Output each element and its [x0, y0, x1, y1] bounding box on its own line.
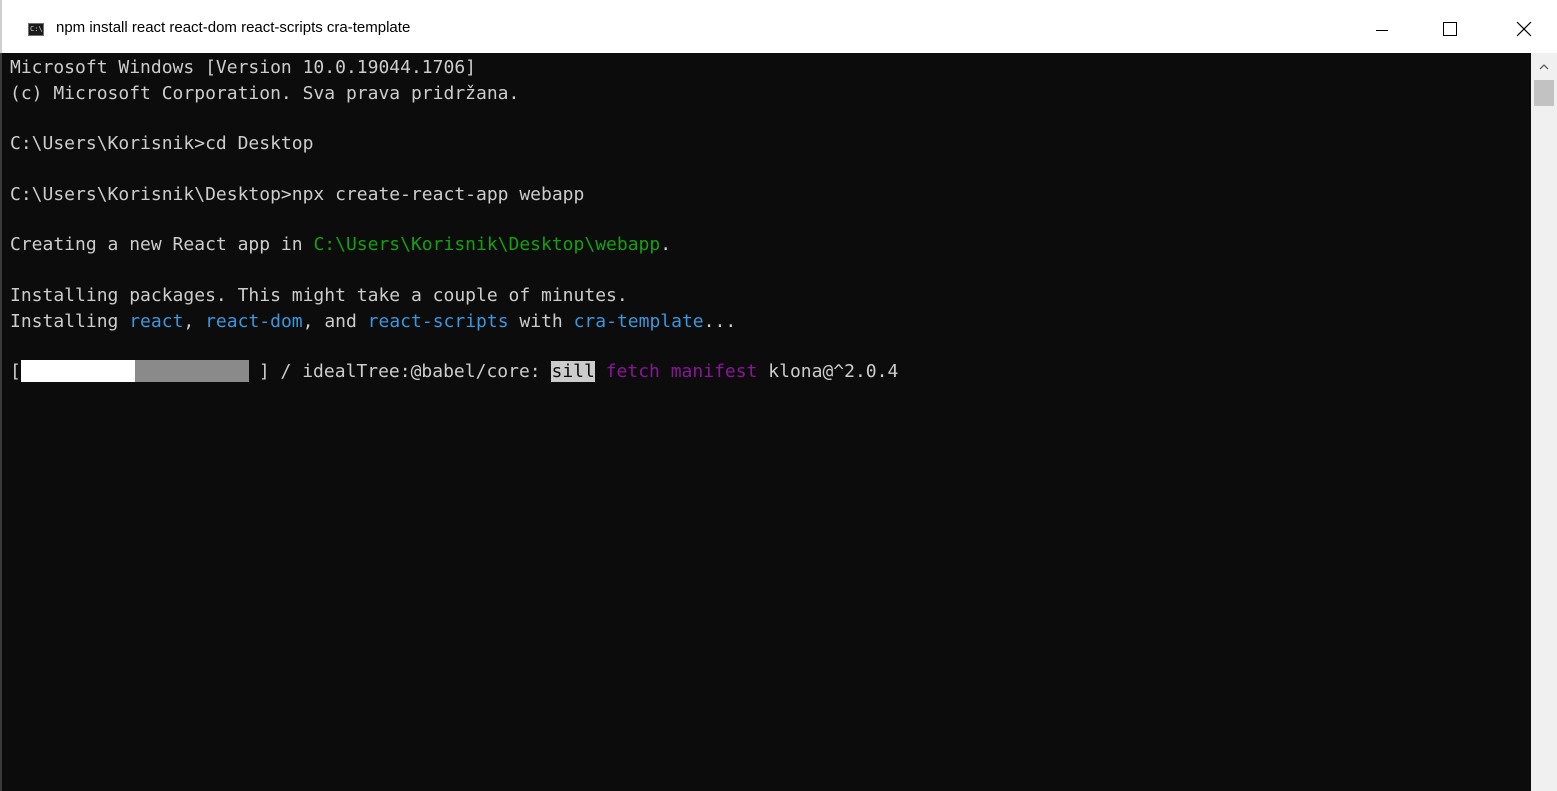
- title-bar[interactable]: C:\ npm install react react-dom react-sc…: [0, 0, 1557, 53]
- creating-prefix: Creating a new React app in: [10, 234, 314, 255]
- scrollbar-thumb[interactable]: [1534, 80, 1554, 106]
- console-line-creating: Creating a new React app in C:\Users\Kor…: [10, 232, 671, 258]
- maximize-icon: [1443, 22, 1457, 36]
- log-level-badge: sill: [551, 361, 595, 382]
- package-react-scripts: react-scripts: [367, 311, 509, 332]
- progress-bar-pending: [134, 359, 249, 382]
- installing-sep2: , and: [302, 311, 368, 332]
- installing-sep1: ,: [183, 311, 206, 332]
- minimize-button[interactable]: [1358, 0, 1404, 53]
- package-react: react: [129, 311, 184, 332]
- scroll-up-button[interactable]: [1531, 53, 1557, 79]
- console-line-installing-packages: Installing packages. This might take a c…: [10, 285, 628, 306]
- progress-action-fetch: fetch: [605, 361, 660, 382]
- close-icon: [1516, 21, 1532, 37]
- console-line-installing-list: Installing react, react-dom, and react-s…: [10, 309, 736, 335]
- creating-suffix: .: [660, 234, 672, 255]
- cmd-icon[interactable]: C:\: [28, 23, 44, 36]
- window-title: npm install react react-dom react-script…: [56, 19, 411, 36]
- console-line-npx: C:\Users\Korisnik\Desktop>npx create-rea…: [10, 184, 585, 205]
- console-output[interactable]: Microsoft Windows [Version 10.0.19044.17…: [0, 53, 1531, 791]
- vertical-scrollbar[interactable]: [1531, 53, 1557, 791]
- progress-open-bracket: [: [10, 361, 21, 382]
- progress-action-manifest: manifest: [670, 361, 758, 382]
- package-react-dom: react-dom: [205, 311, 303, 332]
- progress-close-bracket: ]: [258, 361, 270, 382]
- console-window: C:\ npm install react react-dom react-sc…: [0, 0, 1557, 791]
- console-line-cd: C:\Users\Korisnik>cd Desktop: [10, 133, 314, 154]
- close-button[interactable]: [1500, 0, 1546, 53]
- progress-bar: [20, 359, 259, 382]
- installing-suffix: ...: [703, 311, 737, 332]
- creating-path: C:\Users\Korisnik\Desktop\webapp: [313, 234, 661, 255]
- progress-stage: idealTree:@babel/core:: [302, 361, 541, 382]
- progress-spinner: /: [280, 361, 292, 382]
- console-line-progress: [] / idealTree:@babel/core: sill fetch m…: [10, 359, 898, 385]
- chevron-up-icon: [1539, 64, 1549, 70]
- console-line-copyright: (c) Microsoft Corporation. Sva prava pri…: [10, 83, 520, 104]
- cmd-icon-glyph: C:\: [30, 25, 43, 33]
- progress-package: klona@^2.0.4: [768, 361, 899, 382]
- progress-bar-completed: [20, 359, 135, 382]
- console-line-version: Microsoft Windows [Version 10.0.19044.17…: [10, 57, 476, 78]
- package-cra-template: cra-template: [573, 311, 704, 332]
- installing-with: with: [508, 311, 574, 332]
- installing-prefix: Installing: [10, 311, 130, 332]
- minimize-icon: [1376, 30, 1388, 31]
- maximize-button[interactable]: [1426, 0, 1472, 53]
